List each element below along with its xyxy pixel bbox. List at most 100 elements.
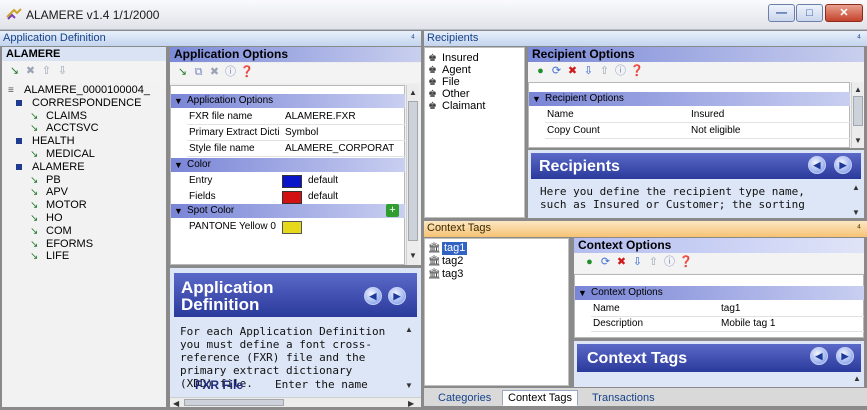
scroll-up-icon[interactable]: ▲ <box>853 374 861 383</box>
add-circle-icon[interactable]: ● <box>534 65 547 78</box>
category-context-options[interactable]: ▼ Context Options <box>575 286 864 300</box>
copy-icon[interactable]: ⧉ <box>192 66 205 79</box>
properties-icon[interactable]: ⓘ <box>663 256 676 269</box>
tab-context-tags[interactable]: Context Tags <box>502 390 579 406</box>
color-swatch[interactable] <box>282 175 302 188</box>
tag-label: tag3 <box>442 268 464 280</box>
color-name: Entry <box>189 175 213 186</box>
folder-bullet-icon <box>16 138 22 145</box>
scroll-up-icon[interactable]: ▲ <box>405 325 413 334</box>
maximize-button[interactable]: □ <box>796 4 823 22</box>
close-button[interactable]: ✕ <box>825 4 863 22</box>
property-value[interactable]: Mobile tag 1 <box>721 317 864 331</box>
add-icon[interactable]: ↘ <box>176 66 189 79</box>
category-color[interactable]: ▼ Color <box>171 158 405 172</box>
recipients-help-title: Recipients ◀ ▶ <box>531 153 861 179</box>
maximize-icon: □ <box>806 7 813 19</box>
forward-icon[interactable]: ▶ <box>834 156 852 174</box>
move-down-icon[interactable]: ⇩ <box>56 65 69 78</box>
horizontal-scrollbar[interactable]: ◀ ▶ <box>170 397 421 408</box>
add-circle-icon[interactable]: ● <box>583 256 596 269</box>
tab-transactions[interactable]: Transactions <box>586 390 661 406</box>
options-scrollbar[interactable]: ▲ ▼ <box>406 85 418 265</box>
color-value[interactable]: default <box>308 174 388 188</box>
recipient-options-grid: ▼ Recipient Options Name Insured Copy Count… <box>528 82 850 148</box>
delete-icon[interactable]: ✖ <box>615 256 628 269</box>
properties-icon[interactable]: ⓘ <box>614 65 627 78</box>
help-title-line1: Application <box>181 278 274 297</box>
move-up-icon[interactable]: ⇧ <box>40 65 53 78</box>
leaf-node-icon: ↘ <box>30 200 39 212</box>
back-icon[interactable]: ◀ <box>810 347 828 365</box>
recipient-scrollbar[interactable]: ▲ ▼ <box>851 82 863 148</box>
property-name: Description <box>593 318 644 329</box>
help-line: primary extract dictionary <box>180 364 353 377</box>
category-application-options[interactable]: ▼ Application Options <box>171 94 405 108</box>
tree-item-label: ACCTSVC <box>46 122 99 135</box>
scroll-right-icon[interactable]: ▶ <box>408 399 414 408</box>
folder-bullet-icon <box>16 99 22 106</box>
property-value[interactable]: ALAMERE.FXR <box>285 110 405 124</box>
recipient-icon: ♚ <box>428 89 437 100</box>
add-spot-color-icon[interactable]: + <box>386 204 399 217</box>
pin-icon[interactable]: ⁴ <box>857 31 861 46</box>
delete-icon[interactable]: ✖ <box>24 65 37 78</box>
move-down-icon[interactable]: ⇩ <box>631 256 644 269</box>
move-up-icon[interactable]: ⇧ <box>647 256 660 269</box>
scroll-thumb[interactable] <box>184 399 284 406</box>
property-name: Primary Extract Dicti <box>189 127 280 138</box>
scroll-left-icon[interactable]: ◀ <box>173 399 179 408</box>
scroll-up-icon[interactable]: ▲ <box>409 88 417 97</box>
forward-icon[interactable]: ▶ <box>836 347 854 365</box>
delete-icon[interactable]: ✖ <box>208 66 221 79</box>
tag-icon: 🏛 <box>428 256 441 267</box>
property-value[interactable]: Symbol <box>285 126 405 140</box>
property-value[interactable]: Not eligible <box>691 124 850 138</box>
scroll-down-icon[interactable]: ▼ <box>852 208 860 217</box>
tree-item-label: COM <box>46 224 72 237</box>
tree-item-label: LIFE <box>46 250 70 263</box>
tab-categories[interactable]: Categories <box>432 390 497 406</box>
collapse-icon: ▼ <box>578 288 587 298</box>
help-subhead: FXR File <box>195 378 244 392</box>
property-value[interactable]: Insured <box>691 108 850 122</box>
tree-item-label: CLAIMS <box>46 109 87 122</box>
properties-icon[interactable]: ⓘ <box>224 66 237 79</box>
help-icon[interactable]: ❓ <box>240 66 254 79</box>
recipient-label: Claimant <box>442 100 486 112</box>
scroll-up-icon[interactable]: ▲ <box>854 85 862 94</box>
category-spot-color[interactable]: ▼ Spot Color + <box>171 204 405 218</box>
back-icon[interactable]: ◀ <box>808 156 826 174</box>
forward-icon[interactable]: ▶ <box>388 287 406 305</box>
scroll-down-icon[interactable]: ▼ <box>409 251 417 260</box>
color-swatch[interactable] <box>282 191 302 204</box>
pin-icon[interactable]: ⁴ <box>857 221 861 236</box>
move-down-icon[interactable]: ⇩ <box>582 65 595 78</box>
help-icon[interactable]: ❓ <box>630 65 644 78</box>
context-options-title: Context Options <box>574 238 864 253</box>
scroll-thumb[interactable] <box>408 101 418 241</box>
spot-color-swatch[interactable] <box>282 221 302 234</box>
collapse-icon: ▼ <box>532 94 541 104</box>
pin-icon[interactable]: ⁴ <box>411 31 415 46</box>
scroll-up-icon[interactable]: ▲ <box>852 183 860 192</box>
property-value[interactable]: tag1 <box>721 302 864 316</box>
scroll-down-icon[interactable]: ▼ <box>854 136 862 145</box>
add-branch-icon[interactable]: ↘ <box>8 65 21 78</box>
property-name: FXR file name <box>189 111 253 122</box>
scroll-thumb[interactable] <box>853 96 863 126</box>
scroll-down-icon[interactable]: ▼ <box>405 381 413 390</box>
refresh-icon[interactable]: ⟳ <box>599 256 612 269</box>
leaf-node-icon: ↘ <box>30 187 39 199</box>
category-recipient-options[interactable]: ▼ Recipient Options <box>529 92 850 106</box>
color-value[interactable]: default <box>308 190 388 204</box>
refresh-icon[interactable]: ⟳ <box>550 65 563 78</box>
help-icon[interactable]: ❓ <box>679 256 693 269</box>
move-up-icon[interactable]: ⇧ <box>598 65 611 78</box>
minimize-button[interactable]: — <box>768 4 795 22</box>
property-value[interactable]: ALAMERE_CORPORAT <box>285 142 405 156</box>
recipients-help-box: Recipients ◀ ▶ Here you define the recip… <box>528 150 864 218</box>
back-icon[interactable]: ◀ <box>364 287 382 305</box>
recipients-header: Recipients ⁴ <box>424 31 867 46</box>
delete-icon[interactable]: ✖ <box>566 65 579 78</box>
